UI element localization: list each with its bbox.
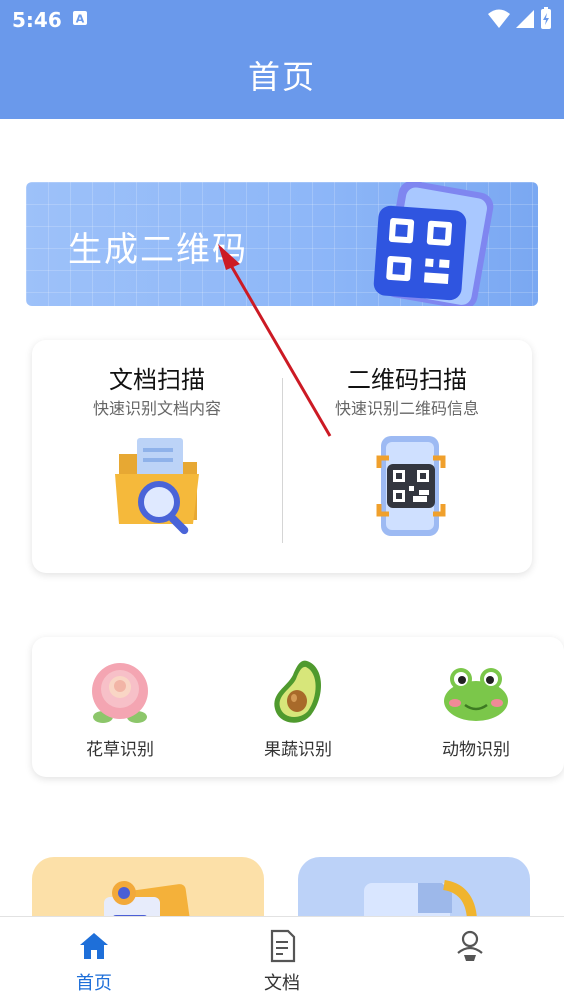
scan-card: 文档扫描 快速识别文档内容 二维码扫描 快速识别二维码信息 xyxy=(32,340,532,573)
banner-title: 生成二维码 xyxy=(68,230,248,270)
tab-home[interactable]: 首页 xyxy=(0,917,188,1005)
document-scan-title: 文档扫描 xyxy=(109,366,205,394)
status-icons xyxy=(488,7,551,29)
qr-scan-item[interactable]: 二维码扫描 快速识别二维码信息 xyxy=(282,340,532,573)
document-scan-item[interactable]: 文档扫描 快速识别文档内容 xyxy=(32,340,282,573)
frog-icon xyxy=(444,668,508,721)
home-icon xyxy=(80,933,108,959)
user-icon xyxy=(457,930,483,961)
qr-scan-subtitle: 快速识别二维码信息 xyxy=(334,399,479,418)
animal-identify-label: 动物识别 xyxy=(442,740,510,760)
battery-icon xyxy=(541,7,551,29)
identify-card: 花草识别 果蔬识别 动物识别 xyxy=(32,637,564,777)
app-bar: 首页 xyxy=(0,38,564,119)
flower-identify-item[interactable]: 花草识别 xyxy=(50,637,190,777)
qr-phone-icon xyxy=(373,182,494,306)
animal-identify-item[interactable]: 动物识别 xyxy=(406,637,546,777)
document-icon xyxy=(270,929,296,963)
tab-documents-label: 文档 xyxy=(264,973,300,994)
tab-profile[interactable] xyxy=(376,917,564,1005)
tab-home-label: 首页 xyxy=(76,973,112,994)
status-time: 5:46 xyxy=(12,8,62,32)
produce-identify-item[interactable]: 果蔬识别 xyxy=(228,637,368,777)
produce-identify-label: 果蔬识别 xyxy=(264,740,332,760)
avocado-icon xyxy=(274,660,322,723)
svg-text:A: A xyxy=(76,13,85,26)
wifi-icon xyxy=(488,9,510,28)
rose-icon xyxy=(92,663,148,723)
document-scan-subtitle: 快速识别文档内容 xyxy=(92,399,221,418)
page-title: 首页 xyxy=(247,58,316,96)
flower-identify-label: 花草识别 xyxy=(86,740,154,760)
folder-search-icon xyxy=(115,438,199,535)
bottom-tab-bar: 首页 文档 xyxy=(0,916,564,1005)
generate-qr-banner[interactable]: 生成二维码 xyxy=(26,182,538,306)
a-icon: A xyxy=(73,11,87,26)
status-bar: 5:46 A xyxy=(0,0,564,38)
qr-scan-title: 二维码扫描 xyxy=(347,366,467,394)
cellular-icon xyxy=(516,10,534,28)
tab-documents[interactable]: 文档 xyxy=(188,917,376,1005)
phone-qr-scan-icon xyxy=(376,436,446,536)
